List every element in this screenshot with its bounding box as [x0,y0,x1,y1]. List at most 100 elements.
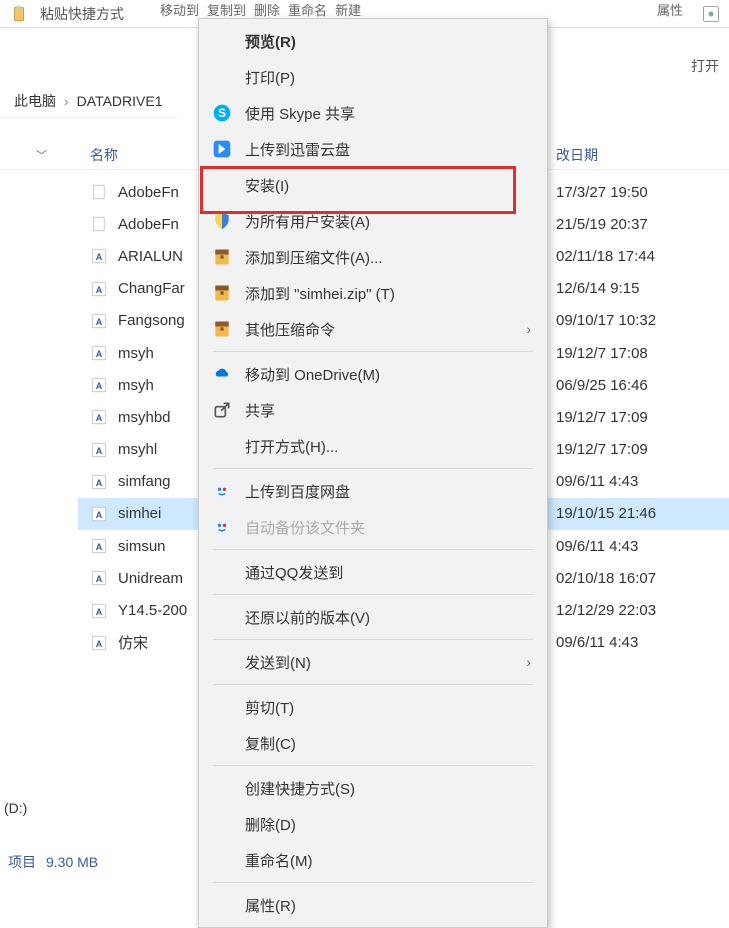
menu-item[interactable]: 移动到 OneDrive(M) [201,356,545,392]
font-file-icon: A [90,634,108,652]
menu-item-label: 剪切(T) [245,697,531,718]
menu-item-label: 添加到 "simhei.zip" (T) [245,283,531,304]
xunlei-icon [211,138,233,160]
menu-item: 自动备份该文件夹 [201,509,545,545]
paste-icon [10,5,28,23]
menu-item[interactable]: 添加到压缩文件(A)... [201,239,545,275]
file-date: 09/10/17 10:32 [556,312,656,329]
status-items: 项目 [8,852,36,872]
menu-item[interactable]: 为所有用户安装(A) [201,203,545,239]
menu-item[interactable]: 还原以前的版本(V) [201,599,545,635]
menu-item[interactable]: 上传到迅雷云盘 [201,131,545,167]
file-date: 09/6/11 4:43 [556,473,638,490]
svg-text:A: A [96,413,103,423]
menu-item-label: 打开方式(H)... [245,436,531,457]
menu-item[interactable]: 剪切(T) [201,689,545,725]
menu-item-label: 添加到压缩文件(A)... [245,247,531,268]
menu-item-label: 创建快捷方式(S) [245,778,531,799]
menu-item-label: 为所有用户安装(A) [245,211,531,232]
file-date: 17/3/27 19:50 [556,184,648,201]
breadcrumb-drive[interactable]: DATADRIVE1 [77,93,163,109]
menu-icon-placeholder [211,777,233,799]
font-file-icon: A [90,312,108,330]
font-file-icon: A [90,505,108,523]
menu-separator [213,684,533,685]
menu-item[interactable]: 复制(C) [201,725,545,761]
column-name[interactable]: 名称 [90,145,118,165]
menu-item-label: 还原以前的版本(V) [245,607,531,628]
menu-item[interactable]: 共享 [201,392,545,428]
font-file-icon: A [90,376,108,394]
menu-item[interactable]: 通过QQ发送到 [201,554,545,590]
menu-separator [213,468,533,469]
menu-icon-placeholder [211,30,233,52]
menu-icon-placeholder [211,66,233,88]
menu-item[interactable]: 打开方式(H)... [201,428,545,464]
font-file-icon: A [90,408,108,426]
file-date: 19/10/15 21:46 [556,505,656,522]
font-file-icon: A [90,247,108,265]
font-file-icon: A [90,441,108,459]
font-file-icon: A [90,569,108,587]
open-label[interactable]: 打开 [691,56,729,76]
menu-item-label: 自动备份该文件夹 [245,517,531,538]
menu-item-label: 属性(R) [245,895,531,916]
paste-shortcut-label[interactable]: 粘贴快捷方式 [40,4,124,24]
menu-item[interactable]: 发送到(N)› [201,644,545,680]
svg-text:A: A [96,574,103,584]
menu-item[interactable]: 添加到 "simhei.zip" (T) [201,275,545,311]
svg-text:A: A [96,542,103,552]
ribbon-actions: 移动到 复制到 删除 重命名 新建 [160,0,361,19]
onedrive-icon [211,363,233,385]
copy-to-button[interactable]: 复制到 [207,0,246,19]
file-date: 02/11/18 17:44 [556,248,655,265]
menu-icon-placeholder [211,606,233,628]
menu-item-label: 删除(D) [245,814,531,835]
new-button[interactable]: 新建 [335,0,361,19]
move-to-button[interactable]: 移动到 [160,0,199,19]
column-date[interactable]: 改日期 [556,145,598,165]
svg-text:A: A [96,252,103,262]
menu-item-label: 使用 Skype 共享 [245,103,531,124]
delete-button[interactable]: 删除 [254,0,280,19]
menu-item-label: 通过QQ发送到 [245,562,531,583]
file-date: 09/6/11 4:43 [556,538,638,555]
rename-button[interactable]: 重命名 [288,0,327,19]
chevron-down-icon[interactable]: ﹀ [36,147,47,163]
chevron-right-icon: › [64,93,69,109]
menu-item[interactable]: 其他压缩命令› [201,311,545,347]
file-icon [90,215,108,233]
svg-text:A: A [96,445,103,455]
menu-item[interactable]: 打印(P) [201,59,545,95]
menu-item[interactable]: 删除(D) [201,806,545,842]
menu-item-label: 移动到 OneDrive(M) [245,364,531,385]
menu-separator [213,549,533,550]
menu-item[interactable]: 上传到百度网盘 [201,473,545,509]
shield-icon [211,210,233,232]
properties-label[interactable]: 属性 [657,0,683,19]
menu-separator [213,351,533,352]
svg-text:A: A [96,606,103,616]
file-date: 19/12/7 17:09 [556,409,648,426]
sidebar-drive-label[interactable]: (D:) [0,800,54,816]
menu-item-label: 安装(I) [245,175,531,196]
menu-item[interactable]: 创建快捷方式(S) [201,770,545,806]
menu-item[interactable]: 安装(I) [201,167,545,203]
status-size: 9.30 MB [46,854,98,870]
menu-item[interactable]: 预览(R) [201,23,545,59]
breadcrumb[interactable]: 此电脑 › DATADRIVE1 [0,84,177,118]
file-date: 19/12/7 17:08 [556,345,648,362]
file-icon [90,183,108,201]
context-menu: 预览(R) 打印(P)S使用 Skype 共享上传到迅雷云盘安装(I) 为所有用户安… [198,18,548,928]
font-file-icon: A [90,537,108,555]
menu-icon-placeholder [211,651,233,673]
menu-item[interactable]: S使用 Skype 共享 [201,95,545,131]
menu-icon-placeholder [211,174,233,196]
baidu-icon [211,480,233,502]
menu-item[interactable]: 属性(R) [201,887,545,923]
breadcrumb-this-pc[interactable]: 此电脑 [14,91,56,111]
menu-item-label: 预览(R) [245,31,531,52]
menu-icon-placeholder [211,435,233,457]
menu-item-label: 共享 [245,400,531,421]
baidu-icon [211,516,233,538]
